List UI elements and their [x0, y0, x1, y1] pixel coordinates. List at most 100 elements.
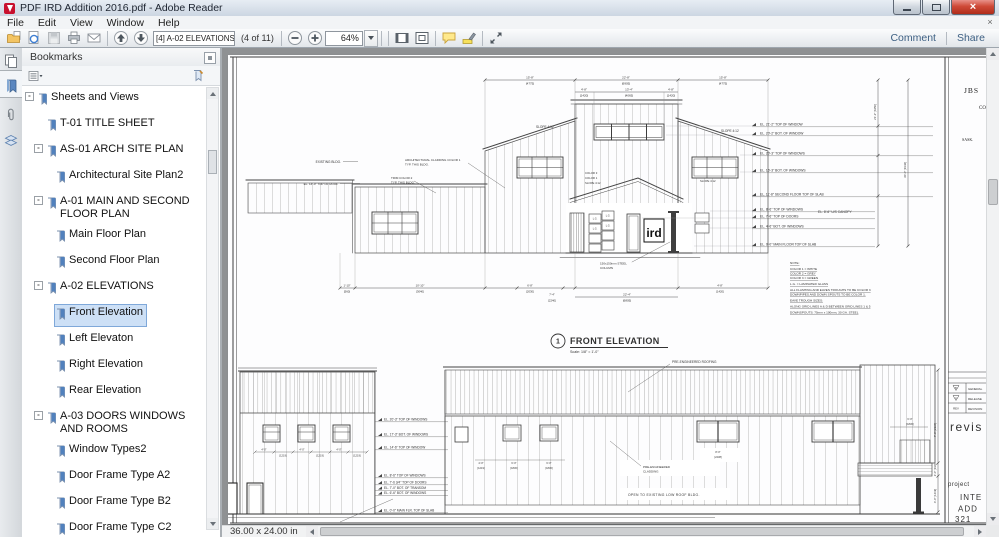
bookmarks-panel-header: Bookmarks — [22, 48, 220, 67]
bookmark-item[interactable]: Main Floor Plan — [22, 226, 206, 249]
bookmark-item[interactable]: Left Elevaton — [22, 330, 206, 353]
scroll-left-icon[interactable] — [305, 526, 318, 537]
bookmark-item[interactable]: Door Frame Type C2 — [22, 519, 206, 537]
print-button[interactable] — [64, 30, 84, 47]
bookmark-item[interactable]: Second Floor Plan — [22, 252, 206, 275]
previous-page-button[interactable] — [111, 30, 131, 47]
minimize-button[interactable] — [893, 0, 921, 15]
bookmark-item[interactable]: - Sheets and Views — [22, 89, 206, 112]
dim-label: [560] — [344, 290, 350, 294]
close-button[interactable]: × — [951, 0, 995, 15]
annotation-text: TYP. THIS BLDG. — [391, 181, 415, 185]
zoom-dropdown-button[interactable] — [363, 29, 378, 47]
bookmark-item[interactable]: - A-01 MAIN AND SECOND FLOOR PLAN — [22, 193, 206, 223]
bookmark-label[interactable]: Right Elevation — [69, 358, 143, 371]
bookmark-label[interactable]: Main Floor Plan — [69, 228, 146, 241]
next-page-button[interactable] — [131, 30, 151, 47]
dim-label: [4775] — [526, 82, 535, 86]
collapse-toggle-icon[interactable]: - — [34, 196, 43, 205]
bookmark-label[interactable]: Front Elevation — [69, 306, 143, 319]
bookmark-label[interactable]: Window Types2 — [69, 443, 146, 456]
collapse-toggle-icon[interactable]: - — [34, 144, 43, 153]
pdf-page: L.G. L.G. L.G. L.G. ird 15'-8" [4775] 22… — [228, 55, 988, 524]
bookmark-label[interactable]: Left Elevaton — [69, 332, 133, 345]
bookmark-label[interactable]: Sheets and Views — [51, 91, 139, 104]
vertical-scrollbar[interactable] — [986, 48, 999, 525]
highlight-button[interactable] — [459, 30, 479, 47]
bookmark-label[interactable]: A-03 DOORS WINDOWS AND ROOMS — [60, 410, 202, 436]
bookmark-label[interactable]: Rear Elevation — [69, 384, 141, 397]
bookmark-item[interactable]: Window Types2 — [22, 441, 206, 464]
annotation-text: TYP. THIS BLDG. — [405, 163, 429, 167]
paperclip-icon — [7, 108, 14, 121]
scroll-right-icon[interactable] — [974, 526, 986, 537]
hide-toolbar-icon[interactable]: × — [985, 17, 995, 27]
bookmarks-tab-button[interactable] — [0, 75, 22, 97]
zoom-out-button[interactable] — [285, 30, 305, 47]
bookmark-label[interactable]: AS-01 ARCH SITE PLAN — [60, 143, 184, 156]
scrolling-mode-button[interactable] — [392, 30, 412, 47]
bookmark-item[interactable]: - A-03 DOORS WINDOWS AND ROOMS — [22, 408, 206, 438]
panel-menu-icon[interactable] — [204, 52, 216, 64]
open-button[interactable] — [4, 30, 24, 47]
bookmark-item[interactable]: Door Frame Type B2 — [22, 493, 206, 516]
cloud-save-button[interactable] — [24, 30, 44, 47]
zoom-in-button[interactable] — [305, 30, 325, 47]
dim-label: 22'-4" — [623, 293, 631, 297]
bookmark-icon — [47, 196, 57, 214]
share-panel-button[interactable]: Share — [947, 32, 995, 44]
menu-help[interactable]: Help — [151, 17, 187, 29]
new-bookmark-button[interactable] — [191, 69, 204, 82]
bookmark-label[interactable]: Second Floor Plan — [69, 254, 160, 267]
dim-label: 4'-0" — [299, 448, 304, 452]
maximize-button[interactable] — [922, 0, 950, 15]
bookmark-label[interactable]: A-01 MAIN AND SECOND FLOOR PLAN — [60, 195, 202, 221]
bookmark-label[interactable]: Architectural Site Plan2 — [69, 169, 183, 182]
fit-page-button[interactable] — [412, 30, 432, 47]
scroll-down-icon[interactable] — [987, 513, 999, 525]
save-button[interactable] — [44, 30, 64, 47]
bookmark-item[interactable]: Rear Elevation — [22, 382, 206, 405]
bookmark-item[interactable]: - A-02 ELEVATIONS — [22, 278, 206, 301]
comment-panel-button[interactable]: Comment — [880, 32, 946, 44]
bookmark-item[interactable]: Right Elevation — [22, 356, 206, 379]
scroll-down-icon[interactable] — [207, 518, 218, 529]
bookmark-item[interactable]: T-01 TITLE SHEET — [22, 115, 206, 138]
horizontal-scrollbar-thumb[interactable] — [319, 527, 964, 536]
menu-edit[interactable]: Edit — [31, 17, 63, 29]
page-thumbnails-button[interactable] — [0, 50, 22, 72]
scroll-up-icon[interactable] — [207, 88, 218, 99]
zoom-level-field[interactable]: 64% — [324, 30, 363, 46]
bookmarks-scrollbar[interactable] — [206, 87, 219, 530]
bookmark-item[interactable]: Door Frame Type A2 — [22, 467, 206, 490]
menu-window[interactable]: Window — [100, 17, 151, 29]
menu-file[interactable]: File — [0, 17, 31, 29]
dim-label: 6'-0" — [546, 461, 551, 465]
collapse-toggle-icon[interactable]: - — [34, 411, 43, 420]
bookmark-label[interactable]: T-01 TITLE SHEET — [60, 117, 155, 130]
bookmark-label[interactable]: Door Frame Type B2 — [69, 495, 171, 508]
bookmarks-scrollbar-thumb[interactable] — [208, 150, 217, 174]
fullscreen-button[interactable] — [486, 30, 506, 47]
layers-button[interactable] — [0, 130, 22, 152]
bookmark-options-button[interactable] — [28, 70, 43, 82]
bookmark-item[interactable]: - AS-01 ARCH SITE PLAN — [22, 141, 206, 164]
comment-bubble-button[interactable] — [439, 30, 459, 47]
menu-view[interactable]: View — [63, 17, 100, 29]
collapse-toggle-icon[interactable]: - — [25, 92, 34, 101]
attachments-button[interactable] — [0, 104, 22, 126]
el-label: EL. 4'-6" BOT. OF WINDOWS — [760, 225, 805, 229]
collapse-toggle-icon[interactable]: - — [34, 281, 43, 290]
bookmark-label[interactable]: A-02 ELEVATIONS — [60, 280, 154, 293]
project-label: project — [948, 482, 970, 488]
bookmark-item[interactable]: Front Elevation — [22, 304, 206, 327]
scroll-up-icon[interactable] — [987, 48, 999, 60]
horizontal-scrollbar[interactable] — [318, 526, 974, 537]
bookmark-label[interactable]: Door Frame Type C2 — [69, 521, 172, 534]
el-label: EL. 16'-3" BOT. OF WINDOWS — [760, 169, 806, 173]
vertical-scrollbar-thumb[interactable] — [988, 179, 998, 205]
email-button[interactable] — [84, 30, 104, 47]
bookmark-item[interactable]: Architectural Site Plan2 — [22, 167, 206, 190]
bookmark-label[interactable]: Door Frame Type A2 — [69, 469, 170, 482]
page-number-field[interactable]: [4] A-02 ELEVATIONS — [153, 30, 235, 46]
